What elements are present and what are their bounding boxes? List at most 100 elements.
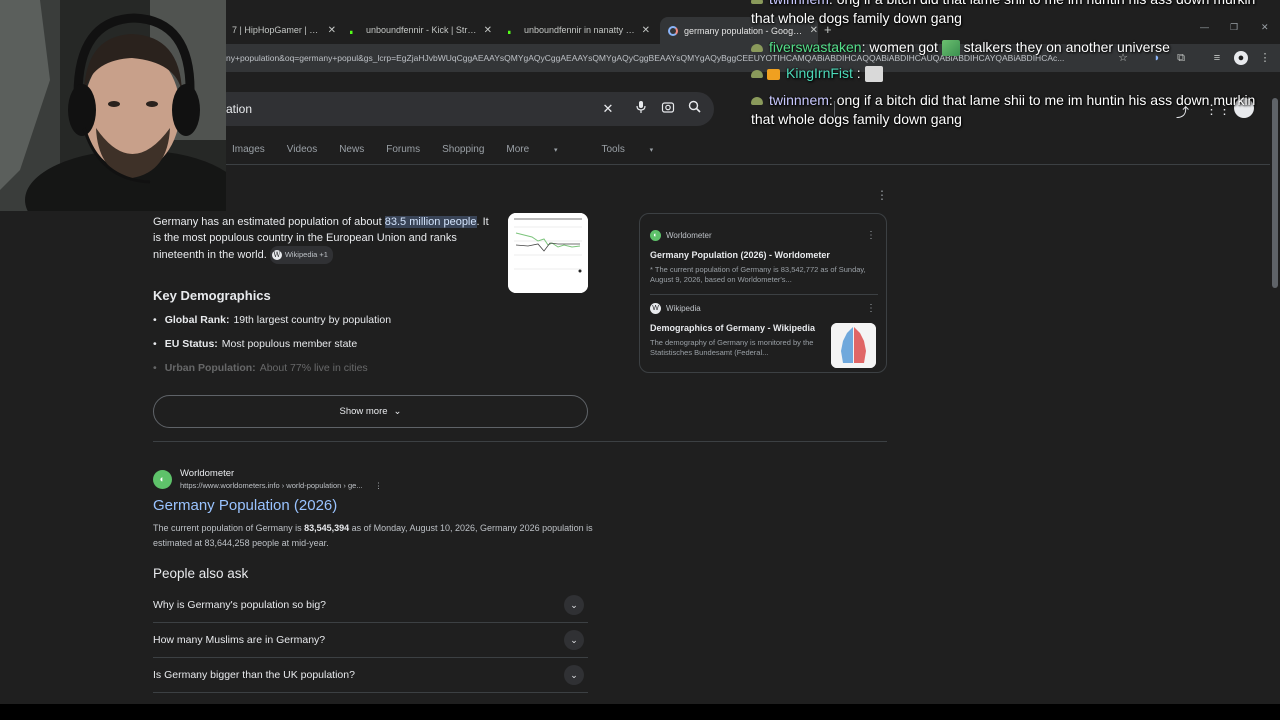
overview-text-before: Germany has an estimated population of a… [153, 216, 385, 228]
microphone-icon[interactable] [632, 100, 650, 118]
paa-question-text: How many Muslims are in Germany? [153, 634, 326, 646]
source-card[interactable]: ◐ Worldometer Germany Population (2026) -… [650, 230, 878, 285]
paa-question[interactable]: Is Germany bigger than the UK population… [153, 658, 588, 693]
tab-news[interactable]: News [339, 144, 364, 164]
emote-icon [864, 66, 883, 83]
streamer-webcam-image [0, 0, 226, 211]
chat-username: fiverswastaken [769, 39, 862, 55]
tab-title: unboundfennir in nanatty - Kick [524, 25, 636, 35]
source-menu-icon[interactable]: ⋮ [866, 303, 876, 314]
tab-tools[interactable]: Tools ▾ [601, 144, 675, 164]
close-icon[interactable]: ✕ [636, 25, 650, 36]
paa-question[interactable]: Why is Germany's population so big? ⌄ [153, 588, 588, 623]
people-also-ask-heading: People also ask [153, 566, 249, 581]
result-snippet: The current population of Germany is 83,… [153, 521, 593, 551]
ai-overview-text: Germany has an estimated population of a… [153, 214, 498, 264]
subscriber-badge-icon [751, 97, 763, 106]
subscriber-badge-icon [751, 0, 763, 5]
result-site[interactable]: Worldometer [180, 468, 382, 479]
search-result: ◐ Worldometer https://www.worldometers.i… [153, 468, 593, 551]
tab-more[interactable]: More ▾ [506, 144, 579, 164]
list-item: Global Rank:19th largest country by popu… [153, 314, 391, 338]
tab-videos[interactable]: Videos [287, 144, 317, 164]
chat-text: stalkers they on another universe [959, 39, 1170, 55]
worldometer-icon: ◐ [650, 230, 661, 241]
key-demographics-heading: Key Demographics [153, 288, 271, 303]
chat-text: : women got [861, 39, 942, 55]
chat-username: twinnnem [769, 92, 829, 108]
worldometer-icon: ◐ [153, 470, 172, 489]
paa-question[interactable]: How many Muslims are in Germany? ⌄ [153, 623, 588, 658]
tab-forums[interactable]: Forums [386, 144, 420, 164]
kick-icon [350, 26, 360, 34]
item-value: Most populous member state [221, 338, 358, 350]
result-url-text: https://www.worldometers.info › world-po… [180, 481, 363, 490]
chevron-down-icon: ⌄ [564, 630, 584, 650]
source-site: Wikipedia [666, 304, 701, 313]
source-menu-icon[interactable]: ⋮ [866, 230, 876, 241]
tab-hiphopgamer[interactable]: 7 | HipHopGamer | CHAS ✕ [232, 20, 336, 40]
result-url[interactable]: https://www.worldometers.info › world-po… [180, 481, 382, 490]
wikipedia-icon: W [650, 303, 661, 314]
divider [153, 441, 887, 442]
tab-more-label: More [506, 144, 530, 155]
citation-chip-label: Wikipedia +1 [284, 250, 328, 259]
citation-chip[interactable]: W Wikipedia +1 [269, 246, 333, 264]
crown-badge-icon [767, 68, 780, 80]
show-more-label: Show more [339, 406, 388, 417]
search-input[interactable]: ation ✕ [210, 92, 835, 126]
chat-username: KingIrnFist [786, 65, 853, 81]
population-pyramid-thumbnail[interactable] [831, 323, 876, 368]
result-menu-icon[interactable]: ⋮ [375, 481, 383, 490]
item-label: Global Rank: [164, 314, 230, 326]
sources-panel: ◐ Worldometer Germany Population (2026) -… [639, 213, 887, 373]
clear-icon[interactable]: ✕ [599, 100, 617, 118]
overview-highlight: 83.5 million people [384, 216, 477, 228]
overview-menu-icon[interactable]: ⋮ [876, 188, 888, 202]
chat-message: fiverswastaken: women got stalkers they … [751, 38, 1271, 57]
paa-question-text: Why is Germany's population so big? [153, 599, 327, 611]
source-card[interactable]: W Wikipedia Demographics of Germany - Wik… [650, 303, 825, 358]
subscriber-badge-icon [751, 44, 763, 53]
item-value: About 77% live in cities [259, 362, 368, 374]
close-icon[interactable]: ✕ [322, 25, 336, 36]
item-value: 19th largest country by population [233, 314, 392, 326]
paa-question-text: Is Germany bigger than the UK population… [153, 669, 355, 681]
caret-down-icon: ▾ [649, 147, 654, 154]
chat-message: twinnnem: ong if a bitch did that lame s… [751, 91, 1271, 129]
search-icon[interactable] [685, 100, 703, 118]
chevron-down-icon: ⌄ [564, 595, 584, 615]
snippet-bold: 83,545,394 [304, 523, 350, 533]
google-icon [668, 25, 678, 36]
snippet-part: The current population of Germany is [153, 523, 305, 533]
tab-kick-nanatty[interactable]: unboundfennir in nanatty - Kick ✕ [508, 20, 650, 40]
show-more-button[interactable]: Show more ⌄ [153, 395, 588, 428]
scrollbar-thumb[interactable] [1272, 98, 1278, 288]
divider [650, 294, 878, 295]
tab-images[interactable]: Images [232, 144, 265, 164]
search-tabs: Images Videos News Forums Shopping More … [232, 144, 697, 164]
source-site: Worldometer [666, 231, 712, 240]
list-item: Urban Population:About 77% live in citie… [153, 362, 391, 386]
population-chart-thumbnail[interactable] [508, 213, 588, 293]
caret-down-icon: ▾ [553, 147, 558, 154]
webcam-overlay [0, 0, 226, 211]
chat-username: twinnnem [769, 0, 829, 7]
result-title-link[interactable]: Germany Population (2026) [153, 497, 593, 514]
taskbar-strip [0, 704, 1280, 720]
close-icon[interactable]: ✕ [478, 25, 492, 36]
tab-title: unboundfennir - Kick | Stream [366, 25, 478, 35]
wikipedia-icon: W [271, 250, 282, 260]
emote-icon [941, 40, 960, 57]
key-demographics-list: Global Rank:19th largest country by popu… [153, 314, 391, 386]
source-title: Germany Population (2026) - Worldometer [650, 250, 830, 260]
subscriber-badge-icon [751, 70, 763, 79]
tab-kick-stream[interactable]: unboundfennir - Kick | Stream ✕ [350, 20, 492, 40]
search-query: ation [226, 102, 253, 116]
chat-text: : [852, 65, 861, 81]
lens-icon[interactable] [659, 100, 677, 118]
source-snippet: * The current population of Germany is 8… [650, 265, 866, 284]
tab-shopping[interactable]: Shopping [442, 144, 484, 164]
kick-icon [508, 26, 518, 34]
scrollbar[interactable] [1270, 72, 1280, 704]
